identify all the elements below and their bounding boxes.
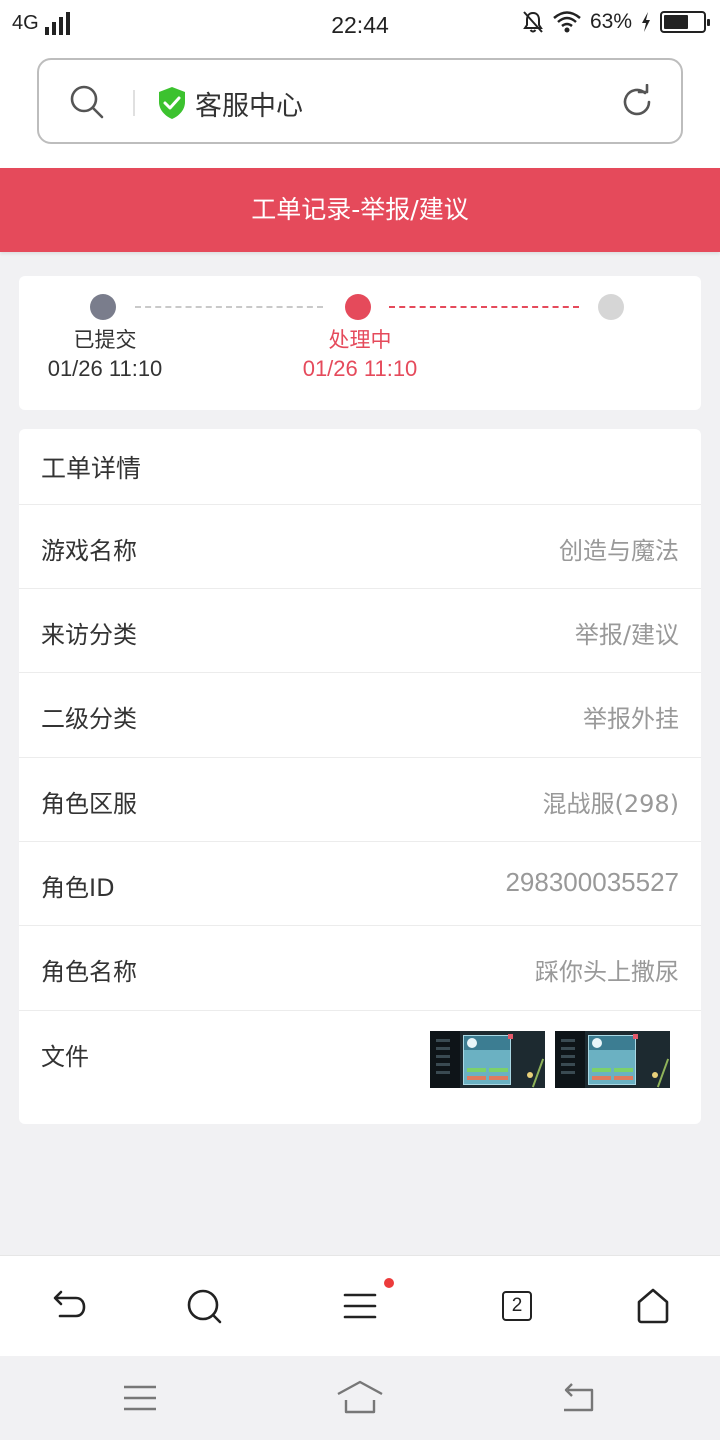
file-thumbnails: [430, 1031, 670, 1088]
row-value: 踩你头上撒尿: [535, 958, 679, 986]
row-label: 角色名称: [41, 958, 137, 986]
browser-toolbar: 2: [0, 1255, 720, 1356]
file-thumbnail[interactable]: [430, 1031, 545, 1088]
charging-icon: [642, 12, 650, 32]
detail-row-role-id: 角色ID 298300035527: [19, 841, 701, 925]
row-label: 文件: [41, 1043, 89, 1071]
detail-title: 工单详情: [41, 454, 142, 483]
row-value: 298300035527: [505, 867, 679, 897]
back-icon[interactable]: [46, 1284, 90, 1328]
address-divider: [133, 90, 135, 116]
detail-row-subcategory: 二级分类 举报外挂: [19, 672, 701, 756]
file-thumbnail[interactable]: [555, 1031, 670, 1088]
page-header: 工单记录-举报/建议: [0, 168, 720, 252]
detail-row-role-name: 角色名称 踩你头上撒尿: [19, 925, 701, 1009]
row-label: 角色ID: [41, 874, 115, 902]
address-bar[interactable]: 客服中心: [37, 58, 683, 144]
step-connector-1: [135, 306, 323, 308]
detail-row-files: 文件: [19, 1010, 701, 1124]
step-dot-pending: [598, 294, 624, 320]
search-icon[interactable]: [69, 84, 105, 120]
battery-icon: [660, 11, 710, 33]
tabs-icon[interactable]: 2: [502, 1291, 532, 1321]
step-time: 01/26 11:10: [302, 356, 418, 381]
row-value: 举报外挂: [583, 705, 679, 733]
step-dot-processing: [345, 294, 371, 320]
step-name: 已提交: [73, 328, 137, 352]
progress-tracker: 已提交 01/26 11:10 处理中 01/26 11:10: [19, 276, 701, 410]
page-title: 客服中心: [195, 91, 303, 122]
row-label: 角色区服: [41, 790, 137, 818]
row-label: 二级分类: [41, 705, 137, 733]
row-value: 举报/建议: [574, 621, 679, 649]
row-value: 创造与魔法: [559, 537, 679, 565]
notification-dot: [384, 1278, 394, 1288]
home-icon[interactable]: [631, 1284, 675, 1328]
step-time: 01/26 11:10: [47, 356, 163, 381]
detail-row-server: 角色区服 混战服(298): [19, 757, 701, 841]
step-connector-2: [389, 306, 579, 308]
bell-off-icon: [523, 11, 543, 33]
wifi-icon: [553, 11, 581, 33]
row-label: 游戏名称: [41, 537, 137, 565]
row-label: 来访分类: [41, 621, 137, 649]
detail-row-game: 游戏名称 创造与魔法: [19, 504, 701, 588]
row-value: 混战服(298): [542, 790, 679, 818]
status-bar: 4G 22:44 63%: [0, 0, 720, 50]
step-dot-submitted: [90, 294, 116, 320]
detail-row-category: 来访分类 举报/建议: [19, 588, 701, 672]
recent-apps-icon[interactable]: [118, 1378, 162, 1418]
system-nav-bar: [0, 1356, 720, 1440]
menu-icon[interactable]: [338, 1284, 382, 1328]
browser-address-area: 客服中心: [0, 50, 720, 168]
status-icons: 63%: [522, 10, 710, 34]
ticket-detail-card: 工单详情 游戏名称 创造与魔法 来访分类 举报/建议 二级分类 举报外挂 角色区…: [19, 429, 701, 1124]
step-submitted: 已提交 01/26 11:10: [5, 326, 205, 384]
refresh-icon[interactable]: [619, 84, 655, 120]
battery-percent: 63%: [589, 10, 632, 33]
search-icon[interactable]: [182, 1284, 226, 1328]
shield-check-icon: [159, 87, 185, 119]
home-icon[interactable]: [336, 1378, 384, 1418]
back-icon[interactable]: [556, 1378, 600, 1418]
step-processing: 处理中 01/26 11:10: [260, 326, 460, 384]
step-name: 处理中: [328, 328, 392, 352]
